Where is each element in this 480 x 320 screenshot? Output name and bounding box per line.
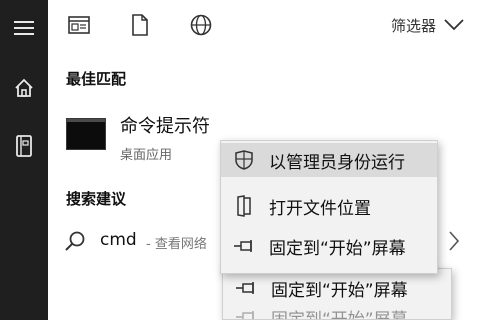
- suggestion-term: cmd: [100, 230, 137, 250]
- home-button[interactable]: [0, 68, 48, 108]
- filter-dropdown[interactable]: 筛选器: [391, 12, 464, 38]
- context-menu: 以管理员身份运行 打开文件位置 固定到“开始”屏幕: [220, 140, 438, 274]
- ctx-item-pin-to-start-duplicate-2[interactable]: 固定到“开始”屏幕: [223, 306, 451, 320]
- ctx-item-pin-to-start[interactable]: 固定到“开始”屏幕: [221, 229, 437, 263]
- suggestion-description: - 查看网络: [146, 237, 207, 252]
- command-prompt-icon: [66, 118, 106, 150]
- ctx-item-open-file-location[interactable]: 打开文件位置: [221, 189, 437, 223]
- web-icon: [190, 14, 212, 36]
- app-type: 桌面应用: [120, 148, 173, 163]
- documents-icon: [132, 14, 148, 36]
- shield-icon: [233, 149, 255, 171]
- ctx-label: 以管理员身份运行: [269, 152, 405, 173]
- ctx-label: 固定到“开始”屏幕: [269, 238, 406, 259]
- ctx-label: 固定到“开始”屏幕: [271, 309, 408, 320]
- hamburger-menu-icon: [14, 21, 34, 35]
- notebook-icon: [16, 135, 32, 157]
- ctx-label: 打开文件位置: [269, 198, 371, 219]
- home-icon: [15, 78, 33, 97]
- context-menu-duplicate: 固定到“开始”屏幕 固定到“开始”屏幕: [222, 268, 452, 320]
- ctx-item-pin-to-start-duplicate[interactable]: 固定到“开始”屏幕: [223, 271, 451, 305]
- left-rail: [0, 0, 48, 320]
- apps-icon: [68, 16, 90, 34]
- app-name: 命令提示符: [120, 116, 210, 137]
- web-filter-button[interactable]: [188, 12, 214, 38]
- pin-icon: [233, 235, 255, 257]
- documents-filter-button[interactable]: [127, 12, 153, 38]
- notebook-button[interactable]: [0, 126, 48, 166]
- ctx-label: 固定到“开始”屏幕: [271, 280, 408, 301]
- ctx-item-run-as-admin[interactable]: 以管理员身份运行: [221, 143, 437, 177]
- chevron-right-icon[interactable]: [448, 230, 460, 252]
- chevron-down-icon: [444, 19, 464, 31]
- search-icon: [65, 231, 85, 251]
- pin-icon: [235, 306, 257, 319]
- hamburger-menu-button[interactable]: [0, 8, 48, 48]
- best-match-heading: 最佳匹配: [66, 70, 127, 88]
- apps-filter-button[interactable]: [66, 12, 92, 38]
- search-suggestions-heading: 搜索建议: [66, 190, 127, 208]
- folder-icon: [233, 195, 255, 217]
- pin-icon: [235, 277, 257, 299]
- filter-label: 筛选器: [390, 16, 436, 35]
